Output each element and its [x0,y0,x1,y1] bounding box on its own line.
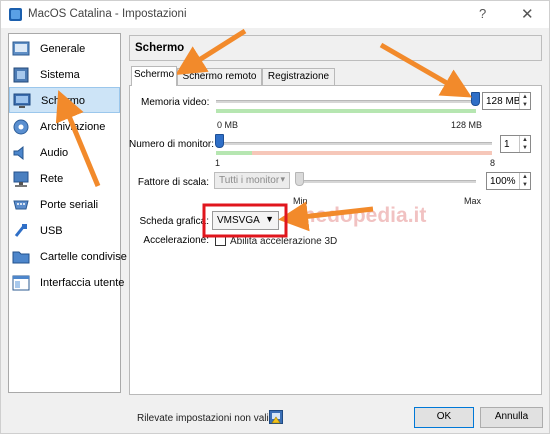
sidebar-item-label: USB [40,225,63,237]
tab-registrazione[interactable]: Registrazione [262,68,335,85]
video-memory-max-label: 128 MB [451,120,483,130]
invalid-settings-status: Rilevate impostazioni non valide [137,413,280,424]
sidebar-item-label: Generale [40,43,86,55]
tab-schermo-remoto[interactable]: Schermo remoto [177,68,262,85]
scale-factor-slider-track[interactable] [298,180,476,183]
sidebar-item-audio[interactable]: Audio [9,140,120,166]
usb-icon [14,224,27,237]
scale-max-label: Max [464,196,482,206]
tab-schermo[interactable]: Schermo [131,66,177,86]
monitor-count-recommended-band [216,151,252,155]
monitor-count-label: Numero di monitor: [129,139,215,150]
sidebar-item-sistema[interactable]: Sistema [9,62,120,88]
system-chip-icon [13,67,29,83]
scale-factor-label: Fattore di scala: [137,177,209,188]
video-memory-slider-handle[interactable] [471,92,480,106]
scale-monitor-combo: Tutti i monitor ▾ [214,172,290,189]
virtualbox-app-icon [9,8,22,21]
sidebar-item-usb[interactable]: USB [9,218,120,244]
sidebar-item-label: Sistema [40,69,80,81]
video-memory-slider-track[interactable] [216,100,476,103]
settings-sidebar: Generale Sistema Schermo Archiviazione A… [8,33,127,393]
sidebar-item-label: Schermo [41,95,86,107]
user-interface-icon [12,275,30,291]
scale-factor-value: 100% [490,176,516,187]
chevron-down-icon: ▾ [280,174,285,184]
scale-factor-slider-handle[interactable] [295,172,304,186]
scale-factor-spinbox[interactable]: 100% ▲ ▼ [486,172,531,190]
cancel-button[interactable]: Annulla [480,407,543,428]
network-icon [13,171,29,187]
sidebar-item-label: Audio [40,147,69,159]
settings-window: MacOS Catalina - Impostazioni ? ✕ Genera… [0,0,550,434]
video-memory-value: 128 MB [486,96,521,107]
sidebar-item-label: Cartelle condivise [40,251,127,263]
video-memory-recommended-band [216,109,476,113]
close-window-button[interactable]: ✕ [521,5,534,23]
warning-settings-icon[interactable] [269,410,283,424]
acceleration-label: Accelerazione: [143,235,209,246]
spin-arrows-icon[interactable]: ▲ ▼ [519,93,530,109]
video-memory-min-label: 0 MB [217,120,239,130]
storage-disk-icon [13,119,29,135]
sidebar-item-cartelle-condivise[interactable]: Cartelle condivise [9,244,127,270]
monitor-count-min-label: 1 [215,158,221,168]
ok-button[interactable]: OK [414,407,474,428]
sidebar-item-rete[interactable]: Rete [9,166,120,192]
monitor-count-slider-handle[interactable] [215,134,224,148]
enable-3d-acceleration-label[interactable]: Abilita accelerazione 3D [230,236,337,247]
monitor-count-value: 1 [504,139,510,150]
enable-3d-acceleration-checkbox[interactable] [215,235,226,246]
graphics-controller-select[interactable]: VMSVGA ▼ [212,211,279,230]
sidebar-item-label: Interfaccia utente [40,277,125,289]
chevron-down-icon: ▼ [265,214,274,224]
sidebar-item-label: Rete [40,173,64,185]
sidebar-item-label: Archiviazione [40,121,106,133]
sidebar-item-interfaccia-utente[interactable]: Interfaccia utente [9,270,124,296]
watermark: chedopedia.it [291,204,427,227]
display-monitor-icon [13,93,31,108]
page-title-bar: Schermo [129,35,542,61]
monitor-count-max-label: 8 [490,158,496,168]
sidebar-item-schermo[interactable]: Schermo [9,87,120,113]
serial-port-icon [13,200,29,210]
monitor-count-spinbox[interactable]: 1 ▲ ▼ [500,135,531,153]
video-memory-spinbox[interactable]: 128 MB ▲ ▼ [482,92,531,110]
help-button[interactable]: ? [479,6,486,21]
shared-folder-icon [12,251,30,264]
sidebar-item-archiviazione[interactable]: Archiviazione [9,114,120,140]
speaker-icon [13,145,24,161]
sidebar-item-generale[interactable]: Generale [9,36,120,62]
monitor-count-slider-track[interactable] [216,142,492,145]
graphics-controller-value: VMSVGA [217,215,260,226]
video-memory-label: Memoria video: [141,97,210,108]
page-title: Schermo [135,42,185,54]
title-bar: MacOS Catalina - Impostazioni ? ✕ [1,1,549,28]
monitor-count-warning-band [252,151,492,155]
sidebar-item-porte-seriali[interactable]: Porte seriali [9,192,120,218]
scale-monitor-combo-value: Tutti i monitor [219,175,280,186]
spin-arrows-icon[interactable]: ▲ ▼ [519,173,530,189]
graphics-controller-label: Scheda grafica: [139,216,210,227]
window-title: MacOS Catalina - Impostazioni [28,8,187,20]
spin-arrows-icon[interactable]: ▲ ▼ [519,136,530,152]
general-icon [12,41,30,56]
sidebar-item-label: Porte seriali [40,199,99,211]
